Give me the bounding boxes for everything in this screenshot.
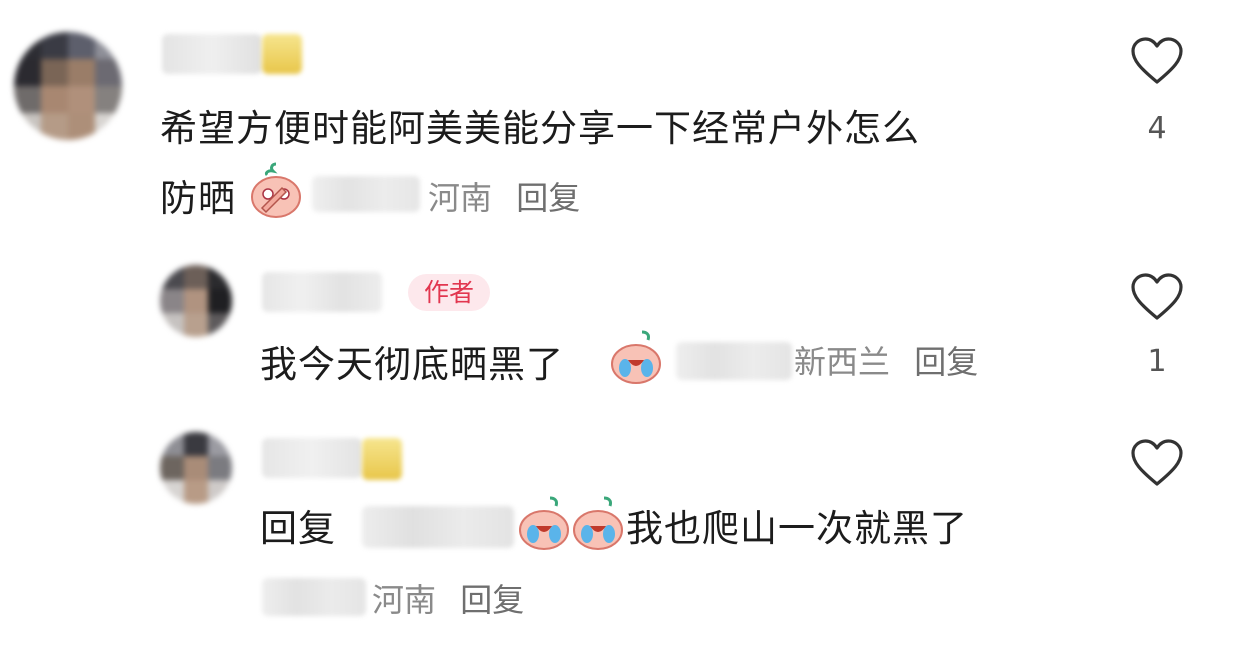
comment-meta: 河南 回复 (372, 584, 524, 616)
like-button[interactable] (1130, 36, 1184, 86)
crying-peach-emoji-icon (519, 496, 569, 550)
timestamp-blurred (262, 578, 366, 616)
location-label: 河南 (372, 581, 437, 619)
reply-text: 我也爬山一次就黑了 (626, 507, 968, 550)
comment-text-line2: 防晒 (160, 180, 236, 217)
shy-peach-emoji-icon (251, 162, 301, 218)
username-blurred[interactable] (162, 34, 262, 74)
comment-meta: 新西兰 回复 (794, 346, 978, 378)
location-label: 新西兰 (794, 343, 891, 381)
timestamp-blurred (676, 342, 792, 380)
reply-button[interactable]: 回复 (914, 343, 978, 381)
comment-meta: 河南 回复 (428, 182, 580, 214)
heart-outline-icon (1131, 439, 1183, 486)
mentioned-user-blurred[interactable] (362, 506, 514, 548)
crying-peach-emoji-icon (611, 330, 661, 384)
heart-outline-icon (1131, 37, 1183, 84)
crying-peach-emoji-icon (573, 496, 623, 550)
like-button[interactable] (1130, 438, 1184, 488)
avatar[interactable] (14, 32, 122, 140)
location-label: 河南 (428, 179, 493, 217)
reply-prefix[interactable]: 回复 (260, 510, 336, 547)
like-count: 1 (1147, 344, 1167, 379)
username-blurred[interactable] (262, 438, 362, 478)
avatar[interactable] (160, 432, 232, 504)
like-count: 4 (1147, 111, 1167, 146)
level-badge-blurred (262, 34, 302, 74)
heart-outline-icon (1131, 273, 1183, 320)
comment-text-end: 防晒 (160, 177, 236, 220)
reply-button[interactable]: 回复 (460, 581, 524, 619)
username-blurred[interactable] (262, 272, 382, 312)
reply-button[interactable]: 回复 (516, 179, 580, 217)
author-badge: 作者 (408, 274, 491, 311)
level-badge-blurred (362, 438, 402, 480)
reply-text: 我今天彻底晒黑了 (260, 343, 564, 386)
comment-text-line1: 希望方便时能阿美美能分享一下经常户外怎么 (160, 107, 920, 150)
avatar[interactable] (160, 265, 232, 337)
like-button[interactable] (1130, 272, 1184, 322)
timestamp-blurred (312, 176, 420, 212)
